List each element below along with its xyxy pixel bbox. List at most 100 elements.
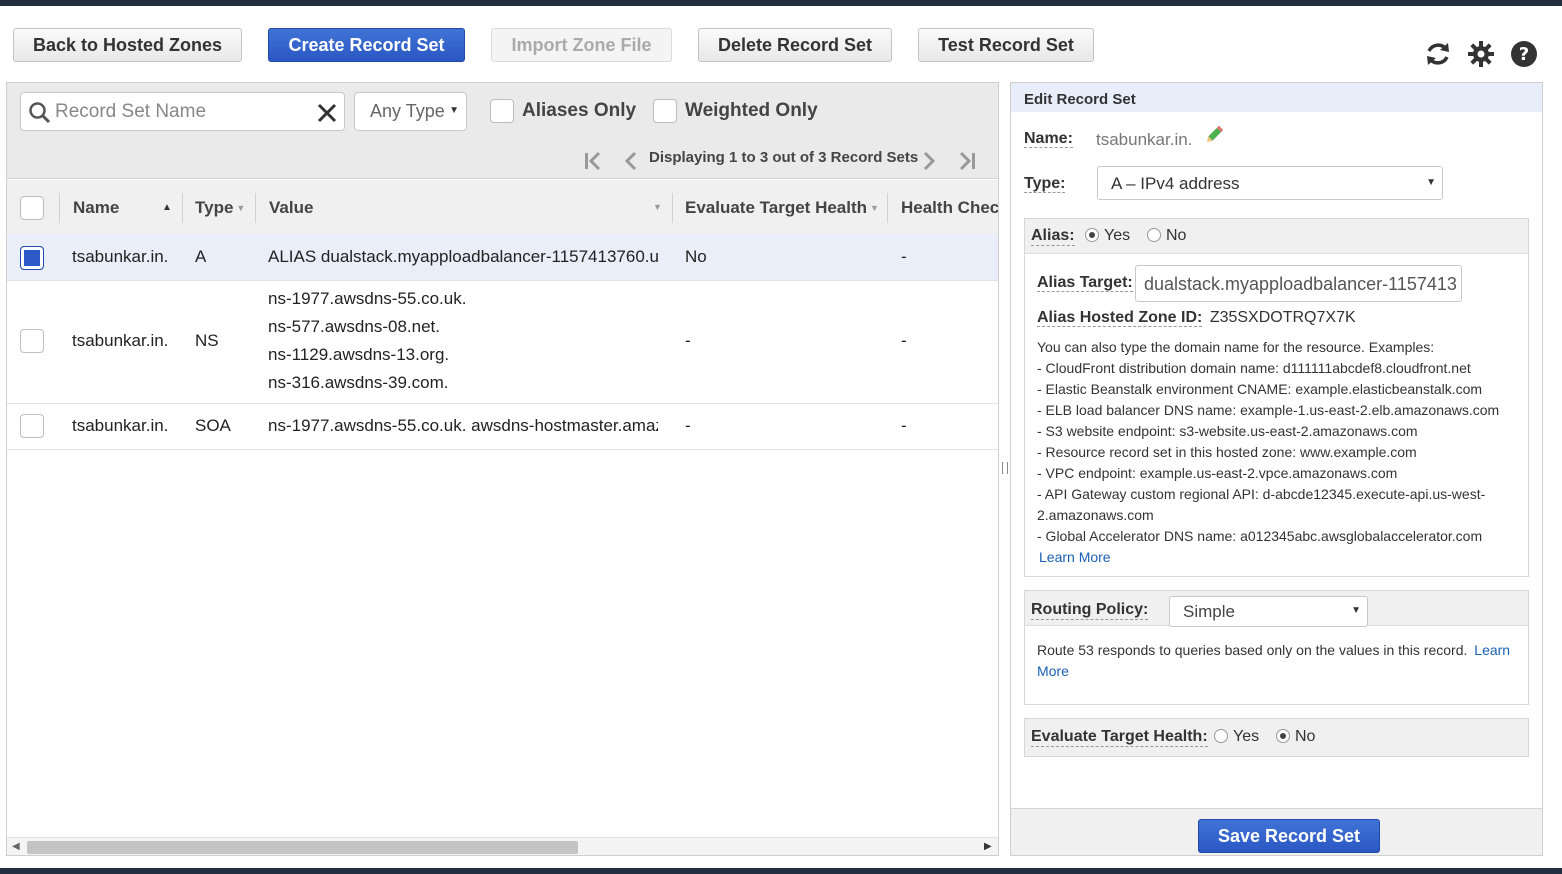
record-value: ns-1977.awsdns-55.co.uk. bbox=[268, 289, 467, 308]
weighted-only-label: Weighted Only bbox=[685, 100, 818, 121]
select-all-cell bbox=[20, 180, 44, 236]
weighted-only-checkbox[interactable] bbox=[653, 99, 677, 123]
help-example: - CloudFront distribution domain name: d… bbox=[1037, 360, 1471, 376]
record-value: ns-577.awsdns-08.net. bbox=[268, 317, 440, 336]
record-value: ns-1977.awsdns-55.co.uk. awsdns-hostmast… bbox=[268, 416, 658, 435]
aliases-only-label: Aliases Only bbox=[522, 100, 637, 121]
save-record-set-button[interactable]: Save Record Set bbox=[1198, 819, 1380, 853]
eth-yes-option[interactable]: Yes bbox=[1214, 728, 1259, 746]
alias-yes-option[interactable]: Yes bbox=[1085, 227, 1130, 245]
routing-policy-select[interactable]: Simple ▼ bbox=[1169, 596, 1368, 627]
panel-footer: Save Record Set bbox=[1011, 808, 1542, 855]
alias-hosted-zone: Alias Hosted Zone ID: Z35SXDOTRQ7X7K bbox=[1037, 309, 1356, 327]
sort-ascending-icon[interactable]: ▲ bbox=[162, 202, 172, 213]
table-row[interactable]: tsabunkar.in. NS ns-1977.awsdns-55.co.uk… bbox=[7, 281, 998, 404]
create-record-set-button[interactable]: Create Record Set bbox=[268, 28, 465, 62]
alias-learn-more-link[interactable]: Learn More bbox=[1037, 547, 1522, 568]
pager-status: Displaying 1 to 3 out of 3 Record Sets bbox=[649, 149, 919, 166]
name-label: Name: bbox=[1024, 130, 1073, 148]
routing-policy-description: Route 53 responds to queries based only … bbox=[1037, 642, 1511, 679]
help-example: - ELB load balancer DNS name: example-1.… bbox=[1037, 402, 1500, 418]
column-header-name[interactable]: Name bbox=[73, 180, 119, 236]
row-checkbox[interactable] bbox=[20, 329, 44, 353]
evaluate-target-health-label: Evaluate Target Health: bbox=[1031, 728, 1208, 747]
record-name: tsabunkar.in. bbox=[72, 416, 169, 435]
record-sets-panel: Any Type ▼ Aliases Only Weighted Only Di… bbox=[6, 82, 999, 856]
table-header: Name ▲ Type ▼ Value ▼ Evaluate Target Hea… bbox=[7, 180, 998, 236]
import-zone-file-button[interactable]: Import Zone File bbox=[491, 28, 672, 62]
last-page-icon[interactable] bbox=[955, 149, 979, 173]
column-header-value[interactable]: Value bbox=[269, 180, 313, 236]
horizontal-scrollbar[interactable]: ◀ ▶ bbox=[7, 837, 998, 855]
chevron-down-icon: ▼ bbox=[1351, 605, 1361, 616]
alias-yes-radio[interactable] bbox=[1085, 228, 1099, 242]
help-example: - Elastic Beanstalk environment CNAME: e… bbox=[1037, 381, 1483, 397]
routing-policy-label: Routing Policy: bbox=[1031, 601, 1149, 620]
row-checkbox[interactable] bbox=[20, 246, 44, 270]
alias-hosted-zone-value: Z35SXDOTRQ7X7K bbox=[1209, 309, 1356, 326]
gear-icon[interactable] bbox=[1465, 38, 1497, 70]
weighted-only-filter[interactable]: Weighted Only bbox=[653, 99, 818, 123]
type-filter-select[interactable]: Any Type ▼ bbox=[354, 92, 467, 131]
row-checkbox[interactable] bbox=[20, 414, 44, 438]
sort-icon: ▼ bbox=[236, 203, 246, 213]
routing-policy-header: Routing Policy: Simple ▼ bbox=[1025, 591, 1528, 627]
select-all-checkbox[interactable] bbox=[20, 196, 44, 220]
eth-no-radio[interactable] bbox=[1276, 729, 1290, 743]
scroll-right-icon[interactable]: ▶ bbox=[984, 841, 992, 852]
record-evaluate-target-health: No bbox=[685, 247, 707, 266]
previous-page-icon[interactable] bbox=[619, 149, 643, 173]
record-type: NS bbox=[195, 331, 219, 350]
record-name: tsabunkar.in. bbox=[72, 331, 169, 350]
aliases-only-filter[interactable]: Aliases Only bbox=[490, 99, 636, 123]
type-filter-value: Any Type bbox=[370, 101, 445, 121]
alias-target-input[interactable]: dualstack.myapploadbalancer-1157413 bbox=[1135, 265, 1462, 302]
first-page-icon[interactable] bbox=[581, 149, 605, 173]
help-example: - VPC endpoint: example.us-east-2.vpce.a… bbox=[1037, 465, 1398, 481]
name-value: tsabunkar.in. bbox=[1096, 130, 1193, 149]
scrollbar-thumb[interactable] bbox=[27, 841, 578, 854]
help-icon[interactable]: ? bbox=[1508, 38, 1540, 70]
column-header-type[interactable]: Type ▼ bbox=[195, 180, 245, 236]
record-set-name-input[interactable] bbox=[55, 99, 305, 125]
chevron-down-icon: ▼ bbox=[1426, 177, 1436, 188]
refresh-icon[interactable] bbox=[1422, 38, 1454, 70]
eth-yes-radio[interactable] bbox=[1214, 729, 1228, 743]
test-record-set-button[interactable]: Test Record Set bbox=[918, 28, 1094, 62]
table-row[interactable]: tsabunkar.in. A ALIAS dualstack.myapploa… bbox=[7, 234, 998, 281]
search-icon bbox=[29, 102, 51, 124]
alias-no-radio[interactable] bbox=[1147, 228, 1161, 242]
scroll-left-icon[interactable]: ◀ bbox=[12, 841, 20, 852]
record-type-select[interactable]: A – IPv4 address ▼ bbox=[1097, 166, 1443, 200]
help-example: - S3 website endpoint: s3-website.us-eas… bbox=[1037, 423, 1418, 439]
sort-icon: ▼ bbox=[653, 202, 662, 212]
record-value: ALIAS dualstack.myapploadbalancer-115741… bbox=[268, 247, 658, 266]
record-type: SOA bbox=[195, 416, 231, 435]
back-to-hosted-zones-button[interactable]: Back to Hosted Zones bbox=[13, 28, 242, 62]
table-row[interactable]: tsabunkar.in. SOA ns-1977.awsdns-55.co.u… bbox=[7, 404, 998, 450]
column-header-health-check[interactable]: Health Chec bbox=[901, 180, 998, 236]
clear-search-icon[interactable] bbox=[317, 103, 337, 123]
record-name: tsabunkar.in. bbox=[72, 247, 169, 266]
aliases-only-checkbox[interactable] bbox=[490, 99, 514, 123]
eth-no-option[interactable]: No bbox=[1276, 728, 1315, 746]
next-page-icon[interactable] bbox=[917, 149, 941, 173]
column-header-evaluate-target-health[interactable]: Evaluate Target Health ▼ bbox=[685, 180, 879, 236]
panel-title: Edit Record Set bbox=[1011, 83, 1542, 112]
edit-record-set-panel: Edit Record Set Name: tsabunkar.in. Type… bbox=[1010, 82, 1543, 856]
type-label: Type: bbox=[1024, 175, 1066, 193]
alias-section: Alias: Yes No Alias Target: dualstack.my… bbox=[1024, 218, 1529, 577]
search-box[interactable] bbox=[20, 92, 345, 131]
record-value: ns-1129.awsdns-13.org. bbox=[268, 345, 450, 364]
sort-icon: ▼ bbox=[870, 203, 879, 213]
delete-record-set-button[interactable]: Delete Record Set bbox=[698, 28, 892, 62]
help-example: - Resource record set in this hosted zon… bbox=[1037, 444, 1417, 460]
record-evaluate-target-health: - bbox=[685, 331, 691, 350]
edit-pencil-icon[interactable] bbox=[1204, 125, 1224, 145]
filter-bar: Any Type ▼ Aliases Only Weighted Only Di… bbox=[7, 83, 998, 179]
alias-help-text: You can also type the domain name for th… bbox=[1037, 337, 1522, 568]
alias-no-option[interactable]: No bbox=[1147, 227, 1186, 245]
alias-target-label: Alias Target: bbox=[1037, 274, 1133, 292]
panel-resize-handle[interactable] bbox=[1002, 462, 1008, 474]
bottom-bar bbox=[0, 868, 1562, 874]
